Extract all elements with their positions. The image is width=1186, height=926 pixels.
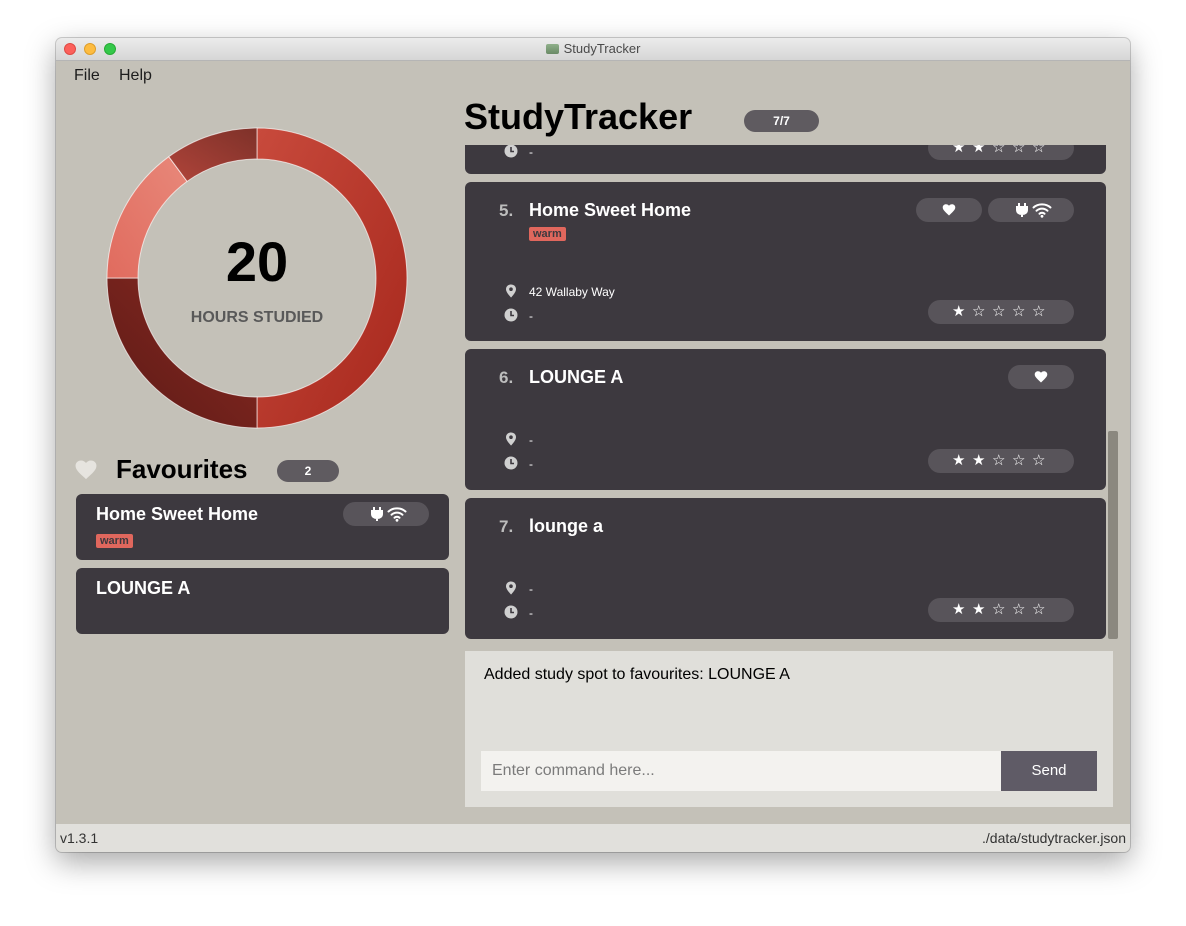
favourite-card-title: Home Sweet Home [96,504,259,524]
favourite-card[interactable]: Home Sweet Home warm [76,494,449,560]
star-empty-icon: ☆ [1032,452,1046,469]
spot-address: - [529,433,533,447]
rating-stars: ★ ☆ ☆ ☆ ☆ [928,300,1074,324]
page-title: StudyTracker [464,96,693,137]
spot-name: LOUNGE A [529,367,624,387]
star-empty-icon: ☆ [1012,601,1026,618]
star-empty-icon: ☆ [1032,601,1046,618]
spot-time: - [529,145,533,159]
donut-segment-2 [106,277,258,429]
star-empty-icon: ☆ [1032,145,1046,156]
heart-icon [942,204,956,216]
window-title-wrap: StudyTracker [56,41,1130,56]
study-spot-card[interactable]: - ★ ★ ☆ ☆ ☆ [465,145,1106,174]
study-spot-card[interactable]: 5. Home Sweet Home warm 42 Wallaby Way -… [465,182,1106,341]
spot-time: - [529,309,533,323]
star-empty-icon: ☆ [1012,452,1026,469]
star-empty-icon: ☆ [1032,303,1046,320]
star-filled-icon: ★ [952,303,966,320]
study-spot-card[interactable]: 7. lounge a - - ★ ★ ☆ ☆ ☆ [465,498,1106,639]
favourites-count-badge: 2 [277,460,339,482]
wifi-icon [1032,203,1052,218]
spot-name: lounge a [529,516,604,536]
rating-stars: ★ ★ ☆ ☆ ☆ [928,598,1074,622]
star-empty-icon: ☆ [972,303,986,320]
data-file-path: ./data/studytracker.json [982,830,1126,846]
tag-badge: warm [96,534,133,548]
spot-time: - [529,606,533,620]
spot-count-badge: 7/7 [744,110,819,132]
spot-address: - [529,582,533,596]
favourite-card[interactable]: LOUNGE A [76,568,449,634]
rating-stars: ★ ★ ☆ ☆ ☆ [928,449,1074,473]
clock-icon [504,605,518,619]
star-empty-icon: ☆ [1012,145,1026,156]
star-filled-icon: ★ [972,601,986,618]
favourites-title: Favourites [116,454,248,484]
star-filled-icon: ★ [952,452,966,469]
tag-badge: warm [529,227,566,241]
location-pin-icon [506,432,516,446]
menu-help[interactable]: Help [119,67,152,85]
plug-icon [1016,203,1028,217]
heart-icon [1034,371,1048,383]
spot-time: - [529,457,533,471]
status-bar: v1.3.1 ./data/studytracker.json [56,824,1130,852]
star-filled-icon: ★ [972,452,986,469]
favourite-card-title: LOUNGE A [96,578,191,598]
list-scrollbar[interactable] [1108,431,1118,639]
send-button[interactable]: Send [1001,751,1097,791]
amenities-badge [343,502,429,526]
menu-file[interactable]: File [74,67,100,85]
star-empty-icon: ☆ [992,452,1006,469]
spot-index: 6. [499,368,514,387]
hours-value: 20 [225,230,289,293]
favourite-badge[interactable] [1008,365,1074,389]
star-filled-icon: ★ [952,145,966,156]
spot-address: 42 Wallaby Way [529,285,615,299]
star-filled-icon: ★ [972,145,986,156]
spot-index: 5. [499,201,514,220]
study-spot-card[interactable]: 6. LOUNGE A - - ★ ★ ☆ ☆ ☆ [465,349,1106,490]
clock-icon [504,456,518,470]
spot-index: 7. [499,517,514,536]
location-pin-icon [506,581,516,595]
menu-bar: File Help [56,61,1130,91]
title-bar: StudyTracker [56,38,1130,61]
star-filled-icon: ★ [952,601,966,618]
study-spot-list[interactable]: - ★ ★ ☆ ☆ ☆ 5. Home Sweet Home warm 42 W… [465,145,1107,642]
heart-icon [75,460,97,480]
wifi-icon [387,507,407,522]
app-window: StudyTracker File Help 20 HOURS STUDIED … [56,38,1130,852]
hours-label: HOURS STUDIED [190,309,324,326]
star-empty-icon: ☆ [992,303,1006,320]
plug-icon [371,507,383,521]
command-input[interactable] [481,751,1001,791]
app-icon [545,44,559,54]
star-empty-icon: ☆ [1012,303,1026,320]
star-empty-icon: ☆ [992,145,1006,156]
window-title: StudyTracker [563,41,641,56]
favourite-badge[interactable] [916,198,982,222]
spot-name: Home Sweet Home [529,200,692,220]
version-label: v1.3.1 [60,830,99,846]
clock-icon [504,145,518,158]
donut-segment-4 [168,127,258,183]
star-empty-icon: ☆ [992,601,1006,618]
rating-stars: ★ ★ ☆ ☆ ☆ [928,145,1074,160]
amenities-badge [988,198,1074,222]
location-pin-icon [506,284,516,298]
clock-icon [504,308,518,322]
result-message: Added study spot to favourites: LOUNGE A [484,666,790,683]
